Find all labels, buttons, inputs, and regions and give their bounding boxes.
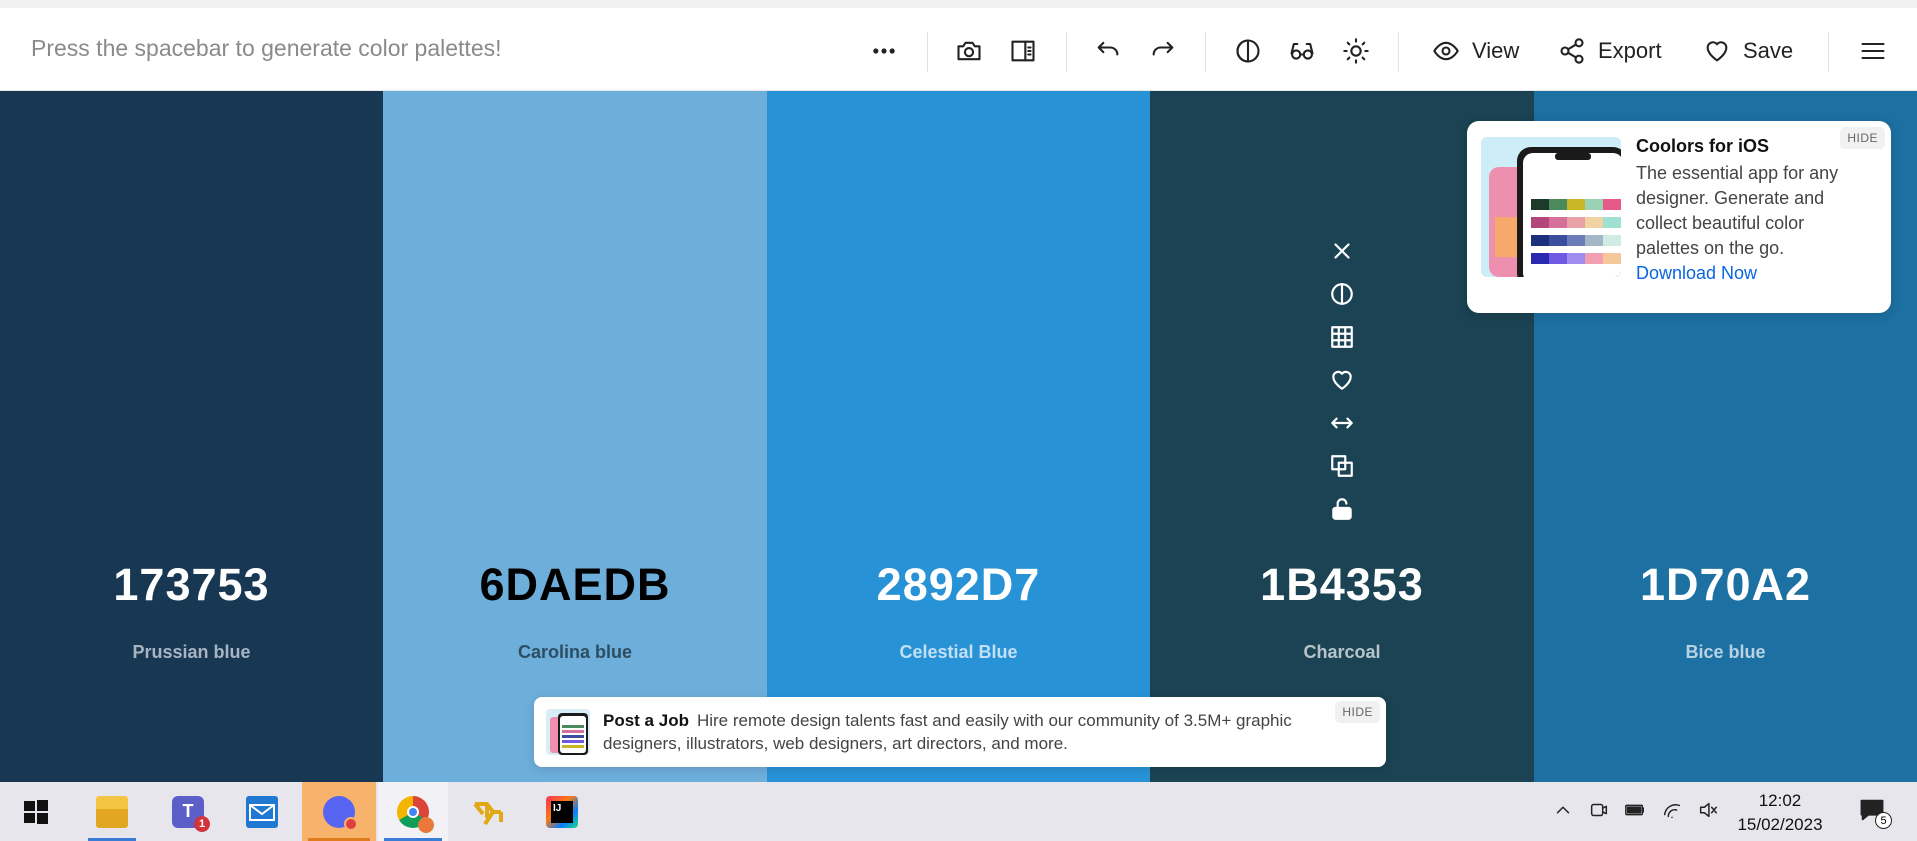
heart-icon[interactable] (1327, 365, 1357, 395)
yellow-app-icon (472, 796, 504, 828)
copy-icon[interactable] (1327, 451, 1357, 481)
save-button[interactable]: Save (1703, 34, 1793, 68)
windows-taskbar: T 1 IJ 12:02 15/02/2023 5 (0, 782, 1917, 841)
spacebar-hint: Press the spacebar to generate color pal… (31, 35, 502, 61)
shades-grid-icon[interactable] (1327, 322, 1357, 352)
windows-logo-icon (24, 799, 48, 824)
color-column-1[interactable]: 173753 Prussian blue (0, 91, 383, 782)
close-icon[interactable] (1327, 236, 1357, 266)
camera-tray-icon[interactable] (1588, 799, 1610, 821)
wifi-icon[interactable] (1661, 799, 1683, 821)
more-options-icon[interactable] (869, 36, 899, 66)
discord-taskbar-item[interactable] (302, 782, 376, 841)
teams-icon: T 1 (172, 795, 210, 832)
job-ad-description: Hire remote design talents fast and easi… (603, 711, 1292, 753)
clock-date: 15/02/2023 (1737, 815, 1823, 834)
color-column-3[interactable]: 2892D7 Celestial Blue (767, 91, 1150, 782)
mail-icon (246, 795, 278, 828)
view-label: View (1472, 38, 1520, 63)
hide-job-ad-button[interactable]: HIDE (1335, 701, 1380, 723)
color-name[interactable]: Prussian blue (0, 642, 383, 663)
clock-time: 12:02 (1758, 791, 1802, 810)
brightness-icon[interactable] (1341, 36, 1371, 66)
intellij-taskbar-item[interactable]: IJ (532, 782, 592, 841)
system-clock[interactable]: 12:02 15/02/2023 (1726, 789, 1834, 837)
color-name[interactable]: Celestial Blue (767, 642, 1150, 663)
toolbar-divider (1398, 32, 1399, 72)
folder-icon (96, 795, 128, 828)
export-button[interactable]: Export (1558, 34, 1662, 68)
unlock-icon[interactable] (1327, 494, 1357, 524)
app-taskbar-item[interactable] (458, 782, 518, 841)
camera-icon[interactable] (954, 36, 984, 66)
drag-arrows-icon[interactable] (1327, 408, 1357, 438)
color-name[interactable]: Charcoal (1150, 642, 1534, 663)
color-name[interactable]: Bice blue (1534, 642, 1917, 663)
hex-code[interactable]: 1D70A2 (1534, 559, 1917, 611)
job-ad-banner[interactable]: Post a Job Hire remote design talents fas… (534, 697, 1386, 767)
color-column-2[interactable]: 6DAEDB Carolina blue (383, 91, 767, 782)
job-ad-text: Post a Job Hire remote design talents fas… (603, 709, 1323, 755)
job-ad-thumbnail (546, 709, 590, 755)
phone-app-thumbnail (1481, 137, 1621, 277)
hamburger-menu-icon[interactable] (1858, 36, 1888, 66)
teams-notification-badge: 1 (194, 815, 210, 832)
notifications-icon[interactable]: 5 (1858, 796, 1892, 829)
notifications-count-badge: 5 (1875, 812, 1892, 829)
ios-ad-description: The essential app for any designer. Gene… (1636, 163, 1839, 258)
app-window: Press the spacebar to generate color pal… (0, 0, 1917, 841)
heart-icon (1706, 41, 1728, 62)
toolbar-divider (1828, 32, 1829, 72)
discord-icon (323, 795, 358, 831)
battery-icon[interactable] (1624, 799, 1646, 821)
show-hidden-icons-chevron-icon[interactable] (1552, 799, 1574, 821)
start-button[interactable] (6, 782, 66, 841)
eye-icon (1433, 41, 1459, 61)
hex-code[interactable]: 2892D7 (767, 559, 1150, 611)
contrast-icon[interactable] (1327, 279, 1357, 309)
view-button[interactable]: View (1432, 34, 1519, 68)
job-ad-title: Post a Job (603, 711, 689, 730)
teams-taskbar-item[interactable]: T 1 (158, 782, 218, 841)
share-icon (1560, 38, 1584, 64)
chrome-icon (397, 795, 434, 833)
contrast-icon[interactable] (1233, 36, 1263, 66)
toolbar-divider (927, 32, 928, 72)
chrome-taskbar-item[interactable] (378, 782, 448, 841)
column-tools (1325, 236, 1359, 524)
file-explorer-taskbar-item[interactable] (82, 782, 142, 841)
hex-code[interactable]: 1B4353 (1150, 559, 1534, 611)
glasses-icon[interactable] (1287, 36, 1317, 66)
side-panel-icon[interactable] (1008, 36, 1038, 66)
download-now-link[interactable]: Download Now (1636, 263, 1757, 284)
export-label: Export (1598, 38, 1662, 63)
toolbar-divider (1205, 32, 1206, 72)
hex-code[interactable]: 173753 (0, 559, 383, 611)
undo-icon[interactable] (1093, 36, 1123, 66)
hide-ios-ad-button[interactable]: HIDE (1840, 127, 1885, 149)
intellij-icon: IJ (546, 795, 578, 828)
volume-muted-icon[interactable] (1697, 799, 1719, 821)
redo-icon[interactable] (1148, 36, 1178, 66)
ios-ad-title: Coolors for iOS (1636, 136, 1770, 156)
hex-code[interactable]: 6DAEDB (383, 559, 767, 611)
color-name[interactable]: Carolina blue (383, 642, 767, 663)
top-toolbar: Press the spacebar to generate color pal… (0, 0, 1917, 91)
save-label: Save (1743, 38, 1794, 63)
mail-taskbar-item[interactable] (232, 782, 292, 841)
toolbar-divider (1066, 32, 1067, 72)
ios-ad-card[interactable]: Coolors for iOS The essential app for an… (1467, 121, 1891, 313)
